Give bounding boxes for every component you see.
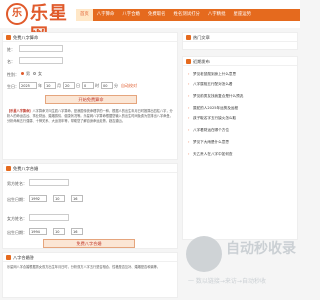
hehun-info-title: 八字合婚答 [3,253,177,262]
latest-item[interactable]: 梦见老鼠爬到身上什么意思 [187,71,303,77]
fire-icon [186,35,191,40]
hour-select[interactable]: 0 [82,82,94,89]
latest-item[interactable]: 属蛇的人2025年运势及运程 [187,105,303,111]
auto-check-label[interactable]: 自动校对 [121,83,137,89]
female-year-select[interactable]: 1994 [29,228,47,235]
bazi-panel: 免费八字算命 姓： 名： 性别： 男 女 生日： 2025 年 10 月 20 … [2,32,178,160]
male-name-input[interactable] [29,179,69,186]
hour-unit: 时 [95,83,99,88]
female-name-label: 女方姓名： [7,216,27,221]
heart-icon [6,166,11,171]
site-logo[interactable]: 乐 乐星网 [6,3,76,46]
latest-title: 近期发布 [183,57,297,66]
latest-item[interactable]: 梦见前男友找我复合是什么预兆 [187,93,303,99]
main-nav: 首页 八字算命 八字合婚 免费取名 姓名测试打分 八字精批 星座运势 [76,9,300,21]
male-name-label: 男方姓名： [7,181,27,186]
male-day-select[interactable]: 16 [71,195,83,202]
day-unit: 日 [76,83,80,88]
year-select[interactable]: 2025 [19,82,37,89]
nav-horoscope[interactable]: 星座运势 [229,9,255,21]
bazi-intro: 【乐星八字算命】八字算命又叫生辰八字算命，是我国传统命理学的一种，根据人的出生年… [7,109,173,124]
nav-home[interactable]: 首页 [76,9,93,21]
hehun-panel: 免费八字合婚 男方姓名： 出生日期： 1992 10 16 女方姓名： 出生日期… [2,163,178,249]
gender-male-label: 男 [26,71,30,76]
latest-item[interactable]: 梦见下大雨是什么意思 [187,139,303,145]
start-bazi-button[interactable]: 开始免费算命 [45,95,137,104]
hehun-info-text: 乐星网八字合婚根据男女双方出生年月日时，分析双方八字五行是否相合、性格是否互补、… [7,265,160,269]
hehun-info-panel: 八字合婚答 乐星网八字合婚根据男女双方出生年月日时，分析双方八字五行是否相合、性… [2,252,178,298]
nav-jingpi[interactable]: 八字精批 [204,9,230,21]
calendar-icon [6,35,11,40]
month-unit: 月 [57,83,61,88]
clock-icon [186,59,191,64]
name-label: 名： [7,59,15,64]
latest-item[interactable]: 孩子取名字五行缺火怎么取 [187,115,303,121]
female-birth-label: 出生日期： [7,230,27,235]
watermark-text: 自动秒收录 [226,241,296,257]
male-birth-label: 出生日期： [7,197,27,202]
book-icon [6,255,11,260]
watermark-subtext: 一 数以链接→来访→自动秒收 [188,278,266,285]
surname-input[interactable] [19,45,63,52]
latest-panel: 近期发布 梦见老鼠爬到身上什么意思 八字属相五行配对怎么看 梦见前男友找我复合是… [182,56,298,240]
gender-female-label: 女 [38,71,42,76]
bazi-panel-title: 免费八字算命 [3,33,177,42]
bazi-intro-title: 【乐星八字算命】 [7,109,33,113]
latest-item[interactable]: 八字看财运在哪个方位 [187,127,303,133]
watermark: 自动秒收录 一 数以链接→来访→自动秒收 [186,236,296,292]
hot-articles-title: 热门文章 [183,33,297,42]
logo-mark: 乐 [6,3,28,25]
top-bar: 乐 乐星网 首页 八字算命 八字合婚 免费取名 姓名测试打分 八字精批 星座运势 [0,0,300,46]
gender-label: 性别： [7,72,19,77]
nav-name-test[interactable]: 姓名测试打分 [170,9,204,21]
month-select[interactable]: 10 [44,82,56,89]
nav-bazi[interactable]: 八字算命 [93,9,119,21]
female-day-select[interactable]: 16 [71,228,83,235]
latest-item[interactable]: 天乙贵人在八字中如何查 [187,151,303,157]
name-input[interactable] [19,57,63,64]
latest-item[interactable]: 八字属相五行配对怎么看 [187,81,303,87]
gender-female-radio[interactable] [33,72,36,75]
nav-hehun[interactable]: 八字合婚 [118,9,144,21]
male-month-select[interactable]: 10 [53,195,65,202]
minute-unit: 分 [114,83,118,88]
female-name-input[interactable] [29,214,69,221]
hot-articles-panel: 热门文章 [182,32,298,50]
start-hehun-button[interactable]: 免费八字合婚 [43,239,135,248]
male-year-select[interactable]: 1992 [29,195,47,202]
surname-label: 姓： [7,47,15,52]
year-unit: 年 [38,83,42,88]
minute-select[interactable]: 00 [101,82,113,89]
hehun-panel-title: 免费八字合婚 [3,164,177,173]
bazi-intro-text: 八字算命又叫生辰八字算命，是我国传统命理学的一种，根据人的出生年月日时推算出四柱… [7,109,173,123]
birth-label: 生日： [7,84,19,89]
female-month-select[interactable]: 10 [53,228,65,235]
day-select[interactable]: 20 [63,82,75,89]
watermark-logo-icon [186,236,222,272]
gender-male-radio[interactable] [21,72,24,75]
nav-naming[interactable]: 免费取名 [144,9,170,21]
